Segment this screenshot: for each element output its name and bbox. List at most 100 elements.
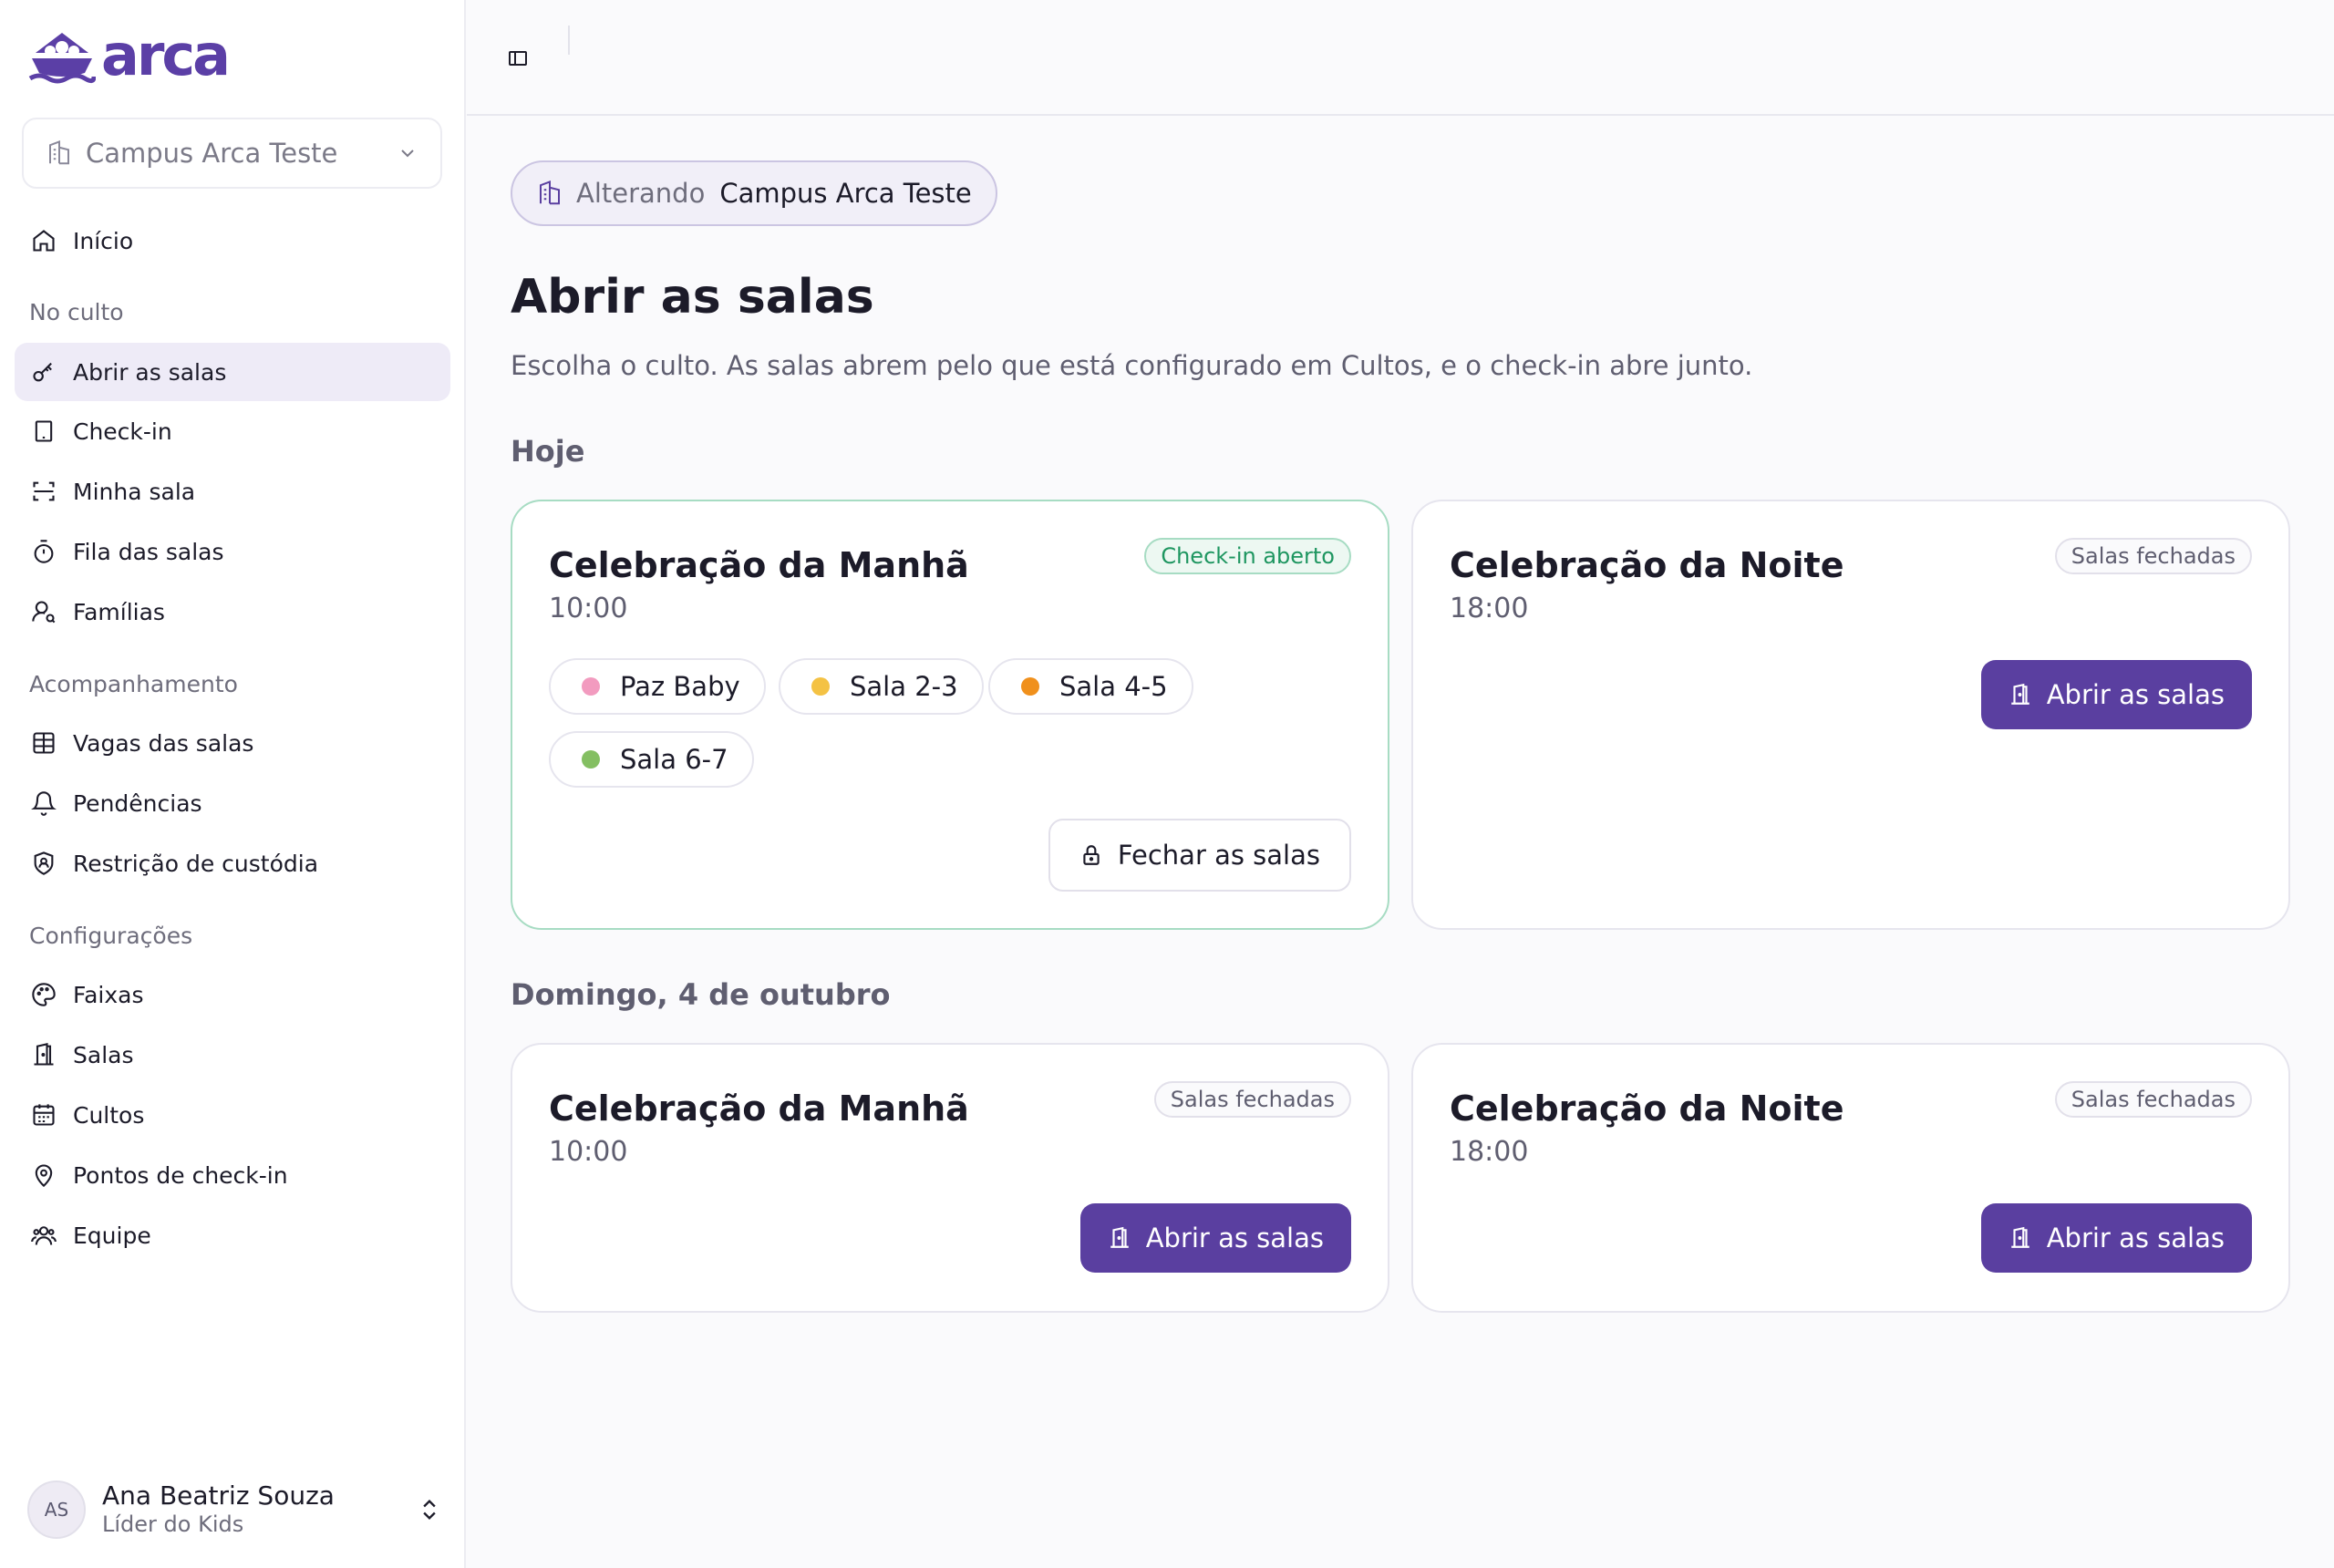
button-label: Fechar as salas (1117, 840, 1320, 871)
scan-icon (29, 477, 58, 506)
room-pill: Sala 2-3 (779, 658, 984, 715)
nav-label: Salas (73, 1041, 134, 1068)
room-name: Sala 2-3 (850, 671, 958, 702)
user-search-icon (29, 597, 58, 626)
timer-icon (29, 537, 58, 566)
status-badge: Check-in aberto (1144, 538, 1351, 574)
nav-label: Pontos de check-in (73, 1161, 288, 1189)
open-rooms-button[interactable]: Abrir as salas (1980, 1203, 2252, 1273)
door-open-icon (2009, 683, 2032, 707)
nav-item-check-in[interactable]: Check-in (15, 402, 450, 460)
button-label: Abrir as salas (2046, 1222, 2225, 1253)
nav-item-vagas-das-salas[interactable]: Vagas das salas (15, 714, 450, 772)
panel-left-icon (509, 51, 527, 66)
nav-item-pendencias[interactable]: Pendências (15, 774, 450, 832)
users-icon (29, 1221, 58, 1250)
service-time: 18:00 (1450, 593, 1529, 624)
user-menu[interactable]: AS Ana Beatriz Souza Líder do Kids (27, 1477, 442, 1542)
building-icon (49, 140, 69, 165)
map-pin-icon (29, 1161, 58, 1190)
close-rooms-button[interactable]: Fechar as salas (1048, 819, 1351, 892)
nav-label: Início (73, 227, 134, 254)
nav-label: Famílias (73, 598, 165, 625)
open-rooms-button[interactable]: Abrir as salas (1980, 660, 2252, 729)
nav-item-faixas[interactable]: Faixas (15, 965, 450, 1024)
service-time: 18:00 (1450, 1136, 1529, 1168)
page-subtitle: Escolha o culto. As salas abrem pelo que… (511, 350, 1753, 381)
nav-label: Fila das salas (73, 538, 224, 565)
user-role: Líder do Kids (102, 1511, 244, 1538)
service-title: Celebração da Manhã (549, 545, 969, 585)
sidebar-toggle-button[interactable] (500, 40, 536, 77)
nav-label: Faixas (73, 981, 144, 1008)
room-color-dot (582, 750, 600, 769)
nav-item-salas[interactable]: Salas (15, 1026, 450, 1084)
sidebar: arca Campus Arca Teste Início No culto A… (0, 0, 466, 1568)
service-card: Celebração da Manhã 10:00 Check-in abert… (511, 500, 1389, 930)
status-badge: Salas fechadas (2054, 538, 2252, 574)
tablet-icon (29, 417, 58, 446)
nav-label: Minha sala (73, 478, 196, 505)
room-name: Paz Baby (620, 671, 740, 702)
room-name: Sala 6-7 (620, 744, 728, 775)
nav-label: Cultos (73, 1101, 145, 1129)
lock-icon (1079, 843, 1103, 867)
group-heading: Domingo, 4 de outubro (511, 977, 891, 1012)
top-bar (467, 0, 2334, 116)
nav-label: Restrição de custódia (73, 850, 319, 877)
nav-label: Vagas das salas (73, 729, 254, 757)
service-title: Celebração da Noite (1450, 1088, 1844, 1129)
nav-section-title: Configurações (29, 923, 193, 949)
chevrons-up-down-icon (423, 1500, 436, 1520)
chevron-down-icon (401, 150, 414, 158)
nav-label: Check-in (73, 418, 172, 445)
chip-prefix: Alterando (576, 178, 706, 209)
room-color-dot (811, 677, 830, 696)
service-card: Celebração da Manhã 10:00 Salas fechadas… (511, 1043, 1389, 1313)
room-color-dot (582, 677, 600, 696)
nav-item-fila-das-salas[interactable]: Fila das salas (15, 522, 450, 581)
nav-item-familias[interactable]: Famílias (15, 583, 450, 641)
room-color-dot (1021, 677, 1039, 696)
home-icon (29, 226, 58, 255)
campus-select[interactable]: Campus Arca Teste (22, 118, 442, 189)
building-icon (540, 181, 560, 205)
page-title: Abrir as salas (511, 270, 874, 325)
nav-label: Equipe (73, 1222, 151, 1249)
room-pill: Paz Baby (549, 658, 766, 715)
nav-item-inicio[interactable]: Início (15, 211, 450, 270)
service-title: Celebração da Noite (1450, 545, 1844, 585)
grid-icon (29, 728, 58, 758)
nav-item-abrir-as-salas[interactable]: Abrir as salas (15, 343, 450, 401)
key-icon (29, 357, 58, 387)
door-icon (29, 1040, 58, 1069)
service-card: Celebração da Noite 18:00 Salas fechadas… (1411, 500, 2290, 930)
nav-item-cultos[interactable]: Cultos (15, 1086, 450, 1144)
door-open-icon (1108, 1226, 1131, 1250)
brand-name: arca (101, 22, 231, 88)
open-rooms-button[interactable]: Abrir as salas (1079, 1203, 1351, 1273)
nav-label: Pendências (73, 789, 202, 817)
nav-item-pontos-de-check-in[interactable]: Pontos de check-in (15, 1146, 450, 1204)
shield-user-icon (29, 849, 58, 878)
status-badge: Salas fechadas (2054, 1081, 2252, 1118)
status-badge: Salas fechadas (1153, 1081, 1351, 1118)
service-card: Celebração da Noite 18:00 Salas fechadas… (1411, 1043, 2290, 1313)
arca-logo[interactable]: arca (28, 22, 231, 88)
calendar-icon (29, 1100, 58, 1130)
room-pill: Sala 4-5 (988, 658, 1193, 715)
nav-item-minha-sala[interactable]: Minha sala (15, 462, 450, 521)
service-time: 10:00 (549, 1136, 628, 1168)
nav-item-equipe[interactable]: Equipe (15, 1206, 450, 1264)
room-pill: Sala 6-7 (549, 731, 754, 788)
ark-icon (28, 33, 96, 84)
nav-item-restricao-de-custodia[interactable]: Restrição de custódia (15, 834, 450, 892)
avatar: AS (27, 1480, 86, 1539)
button-label: Abrir as salas (1145, 1222, 1324, 1253)
nav-section-title: Acompanhamento (29, 671, 238, 697)
campus-select-value: Campus Arca Teste (86, 138, 338, 169)
group-heading: Hoje (511, 434, 585, 469)
divider (568, 26, 570, 55)
button-label: Abrir as salas (2046, 679, 2225, 710)
campus-context-chip: Alterando Campus Arca Teste (511, 160, 997, 226)
